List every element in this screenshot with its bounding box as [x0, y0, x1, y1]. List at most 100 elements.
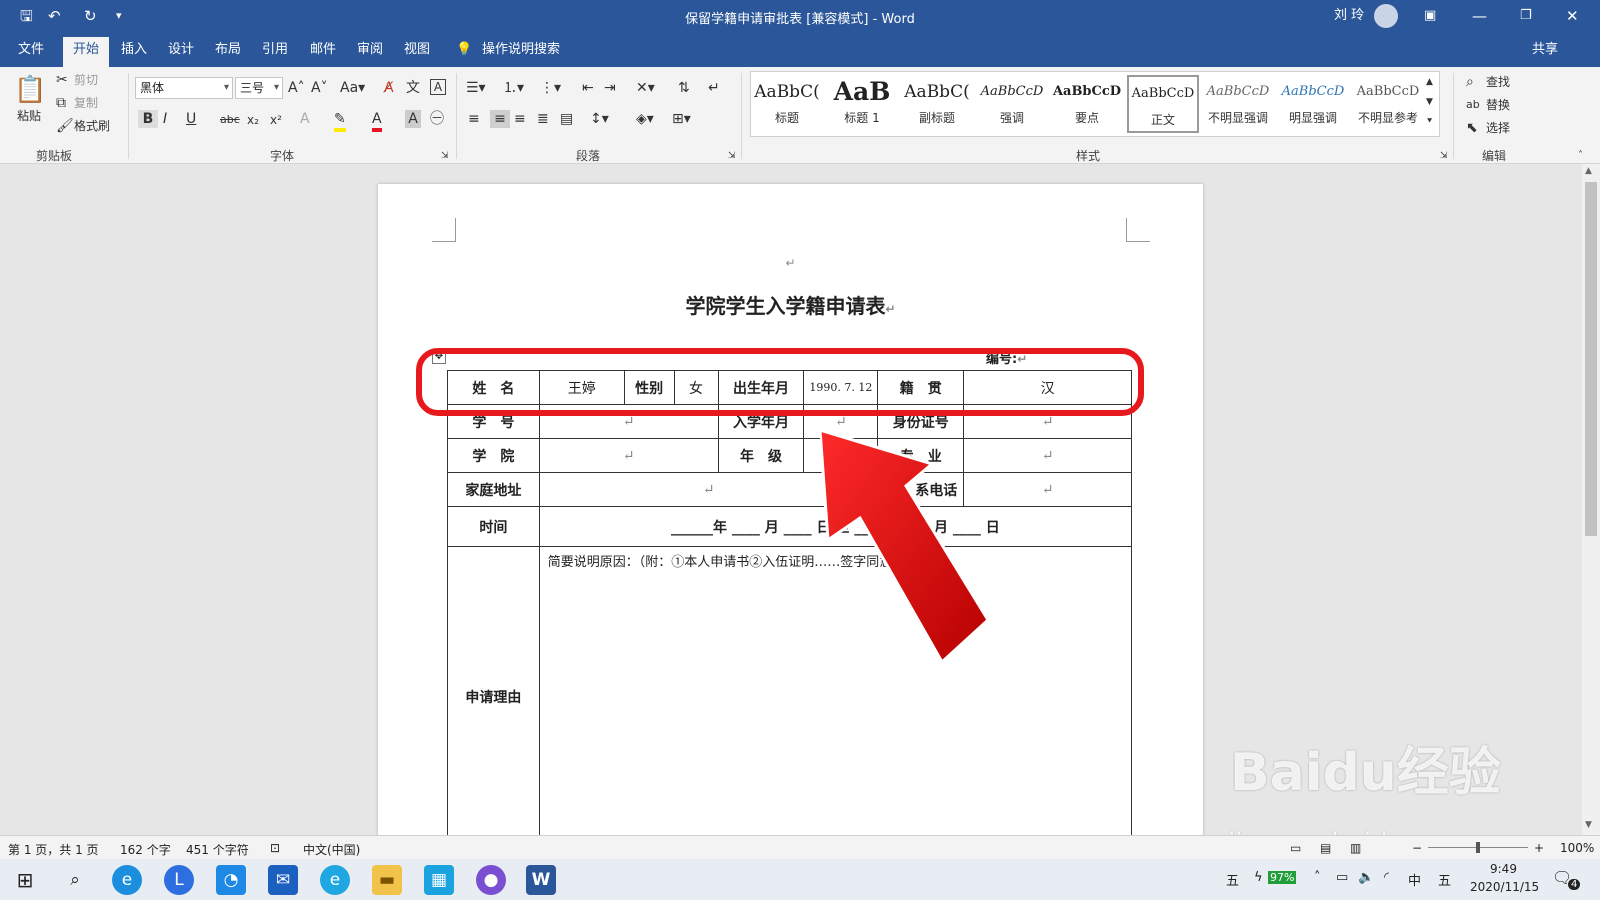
power-icon[interactable]: ϟ	[1254, 870, 1263, 885]
format-painter-button[interactable]: 格式刷	[74, 117, 110, 135]
char-border-icon[interactable]: A	[430, 79, 446, 95]
tell-me-search[interactable]: 操作说明搜索	[482, 42, 560, 58]
styles-dialog-launcher-icon[interactable]: ⇲	[1440, 147, 1448, 165]
shrink-font-icon[interactable]: A˅	[311, 79, 328, 97]
scroll-down-icon[interactable]: ▼	[1585, 820, 1592, 830]
tab-home[interactable]: 开始	[63, 37, 110, 67]
college-label-cell[interactable]: 学 院	[447, 438, 540, 473]
increase-indent-icon[interactable]: ⇥	[604, 79, 616, 97]
select-icon[interactable]: ⬉	[1466, 119, 1478, 137]
tab-references[interactable]: 引用	[262, 42, 288, 58]
underline-icon[interactable]: U	[186, 110, 196, 128]
style-strong[interactable]: AaBbCcD 要点	[1051, 75, 1123, 133]
word-count[interactable]: 162 个字	[120, 841, 171, 858]
format-painter-icon[interactable]: 🖌	[56, 117, 74, 135]
borders-icon[interactable]: ⊞▾	[672, 110, 691, 128]
zoom-in-icon[interactable]: +	[1534, 841, 1544, 855]
zoom-out-icon[interactable]: −	[1412, 841, 1422, 855]
bullets-icon[interactable]: ☰▾	[466, 79, 486, 97]
clock-date[interactable]: 2020/11/15	[1470, 880, 1539, 894]
ie-icon[interactable]: e	[320, 865, 350, 895]
collapse-ribbon-icon[interactable]: ˄	[1578, 147, 1583, 165]
web-layout-icon[interactable]: ▥	[1350, 841, 1361, 855]
user-name[interactable]: 刘 玲	[1334, 6, 1364, 26]
show-hidden-icon[interactable]: ˄	[1314, 870, 1321, 885]
scrollbar-thumb[interactable]	[1585, 182, 1597, 536]
print-layout-icon[interactable]: ▤	[1320, 841, 1331, 855]
time-label-cell[interactable]: 时间	[447, 506, 540, 547]
style-title[interactable]: AaBbC(标题	[751, 75, 823, 133]
shading-icon[interactable]: ◈▾	[636, 110, 654, 128]
avatar[interactable]	[1374, 4, 1398, 28]
italic-icon[interactable]: I	[163, 110, 167, 128]
tab-view[interactable]: 视图	[404, 42, 430, 58]
start-icon[interactable]: ⊞	[10, 865, 40, 895]
bold-icon[interactable]: B	[138, 110, 158, 128]
network-icon[interactable]: ◜	[1384, 870, 1389, 885]
address-label-cell[interactable]: 家庭地址	[447, 472, 540, 507]
tab-layout[interactable]: 布局	[215, 42, 241, 58]
page-count[interactable]: 第 1 页，共 1 页	[8, 841, 99, 858]
subscript-icon[interactable]: x₂	[247, 111, 259, 129]
battery-level[interactable]: 97%	[1268, 871, 1297, 884]
show-marks-icon[interactable]: ↵	[708, 79, 720, 97]
styles-more-icon[interactable]: ⯆	[1426, 113, 1433, 131]
asian-layout-icon[interactable]: ✕▾	[636, 79, 655, 97]
grade-label-cell[interactable]: 年 级	[717, 438, 805, 473]
style-normal[interactable]: AaBbCcD 正文	[1127, 75, 1199, 133]
numbering-icon[interactable]: ⒈▾	[503, 79, 524, 97]
ime-language[interactable]: 中	[1408, 870, 1421, 889]
volume-icon[interactable]: 🔈	[1358, 870, 1374, 885]
style-heading1[interactable]: AaB 标题 1	[826, 75, 898, 133]
phonetic-guide-icon[interactable]: 文	[406, 79, 420, 97]
search-icon[interactable]: ⌕	[60, 865, 90, 895]
align-right-icon[interactable]: ≡	[514, 110, 526, 128]
document-title[interactable]: 学院学生入学籍申请表↵	[378, 290, 1203, 319]
style-intense-emphasis[interactable]: AaBbCcD 明显强调	[1277, 75, 1349, 133]
cut-button[interactable]: 剪切	[74, 71, 98, 89]
style-subtle-emphasis[interactable]: AaBbCcD 不明显强调	[1202, 75, 1274, 133]
char-count[interactable]: 451 个字符	[186, 841, 249, 858]
styles-scroll-up-icon[interactable]: ▲	[1426, 73, 1433, 91]
style-emphasis[interactable]: AaBbCcD 强调	[976, 75, 1048, 133]
minimize-icon[interactable]: —	[1472, 6, 1487, 26]
scroll-up-icon[interactable]: ▲	[1585, 166, 1592, 176]
close-icon[interactable]: ✕	[1566, 6, 1579, 26]
reason-label-cell[interactable]: 申请理由	[447, 546, 540, 835]
battery-icon[interactable]: ▭	[1336, 870, 1348, 885]
style-subtle-reference[interactable]: AaBbCcD 不明显参考	[1352, 75, 1424, 133]
sort-icon[interactable]: ⇅	[678, 79, 690, 97]
justify-icon[interactable]: ≣	[537, 110, 549, 128]
tab-file[interactable]: 文件	[18, 42, 44, 58]
replace-icon[interactable]: ab	[1466, 96, 1480, 114]
zoom-slider-thumb[interactable]	[1476, 842, 1480, 853]
highlight-icon[interactable]: ✎	[334, 110, 346, 132]
tab-review[interactable]: 审阅	[357, 42, 383, 58]
enclose-char-icon[interactable]: ㊀	[430, 110, 444, 128]
restore-icon[interactable]: ❐	[1520, 6, 1532, 26]
tab-design[interactable]: 设计	[168, 42, 194, 58]
font-dialog-launcher-icon[interactable]: ⇲	[441, 147, 449, 165]
multilevel-list-icon[interactable]: ⋮▾	[540, 79, 561, 97]
find-icon[interactable]: ⌕	[1466, 73, 1474, 91]
file-explorer-icon[interactable]: ▬	[372, 865, 402, 895]
text-effects-icon[interactable]: A	[300, 110, 310, 128]
clock-time[interactable]: 9:49	[1490, 862, 1517, 876]
copy-icon[interactable]: ⧉	[56, 94, 66, 112]
read-mode-icon[interactable]: ▭	[1290, 841, 1301, 855]
align-left-icon[interactable]: ≡	[468, 110, 480, 128]
paint-icon[interactable]: ●	[476, 865, 506, 895]
college-value-cell[interactable]: ↵	[538, 438, 719, 473]
edge-icon[interactable]: e	[112, 865, 142, 895]
ribbon-display-icon[interactable]: ▣	[1424, 6, 1436, 26]
style-subtitle[interactable]: AaBbC(副标题	[901, 75, 973, 133]
store-icon[interactable]: ▦	[424, 865, 454, 895]
grow-font-icon[interactable]: A˄	[288, 79, 305, 97]
superscript-icon[interactable]: x²	[270, 111, 282, 129]
ime-mode-icon[interactable]: 五	[1226, 870, 1239, 889]
font-color-icon[interactable]: A	[372, 110, 382, 132]
distributed-icon[interactable]: ▤	[560, 110, 573, 128]
qq-icon[interactable]: ◔	[216, 865, 246, 895]
font-size-dropdown[interactable]: 三号	[235, 77, 283, 99]
ime-wubi[interactable]: 五	[1438, 870, 1451, 889]
